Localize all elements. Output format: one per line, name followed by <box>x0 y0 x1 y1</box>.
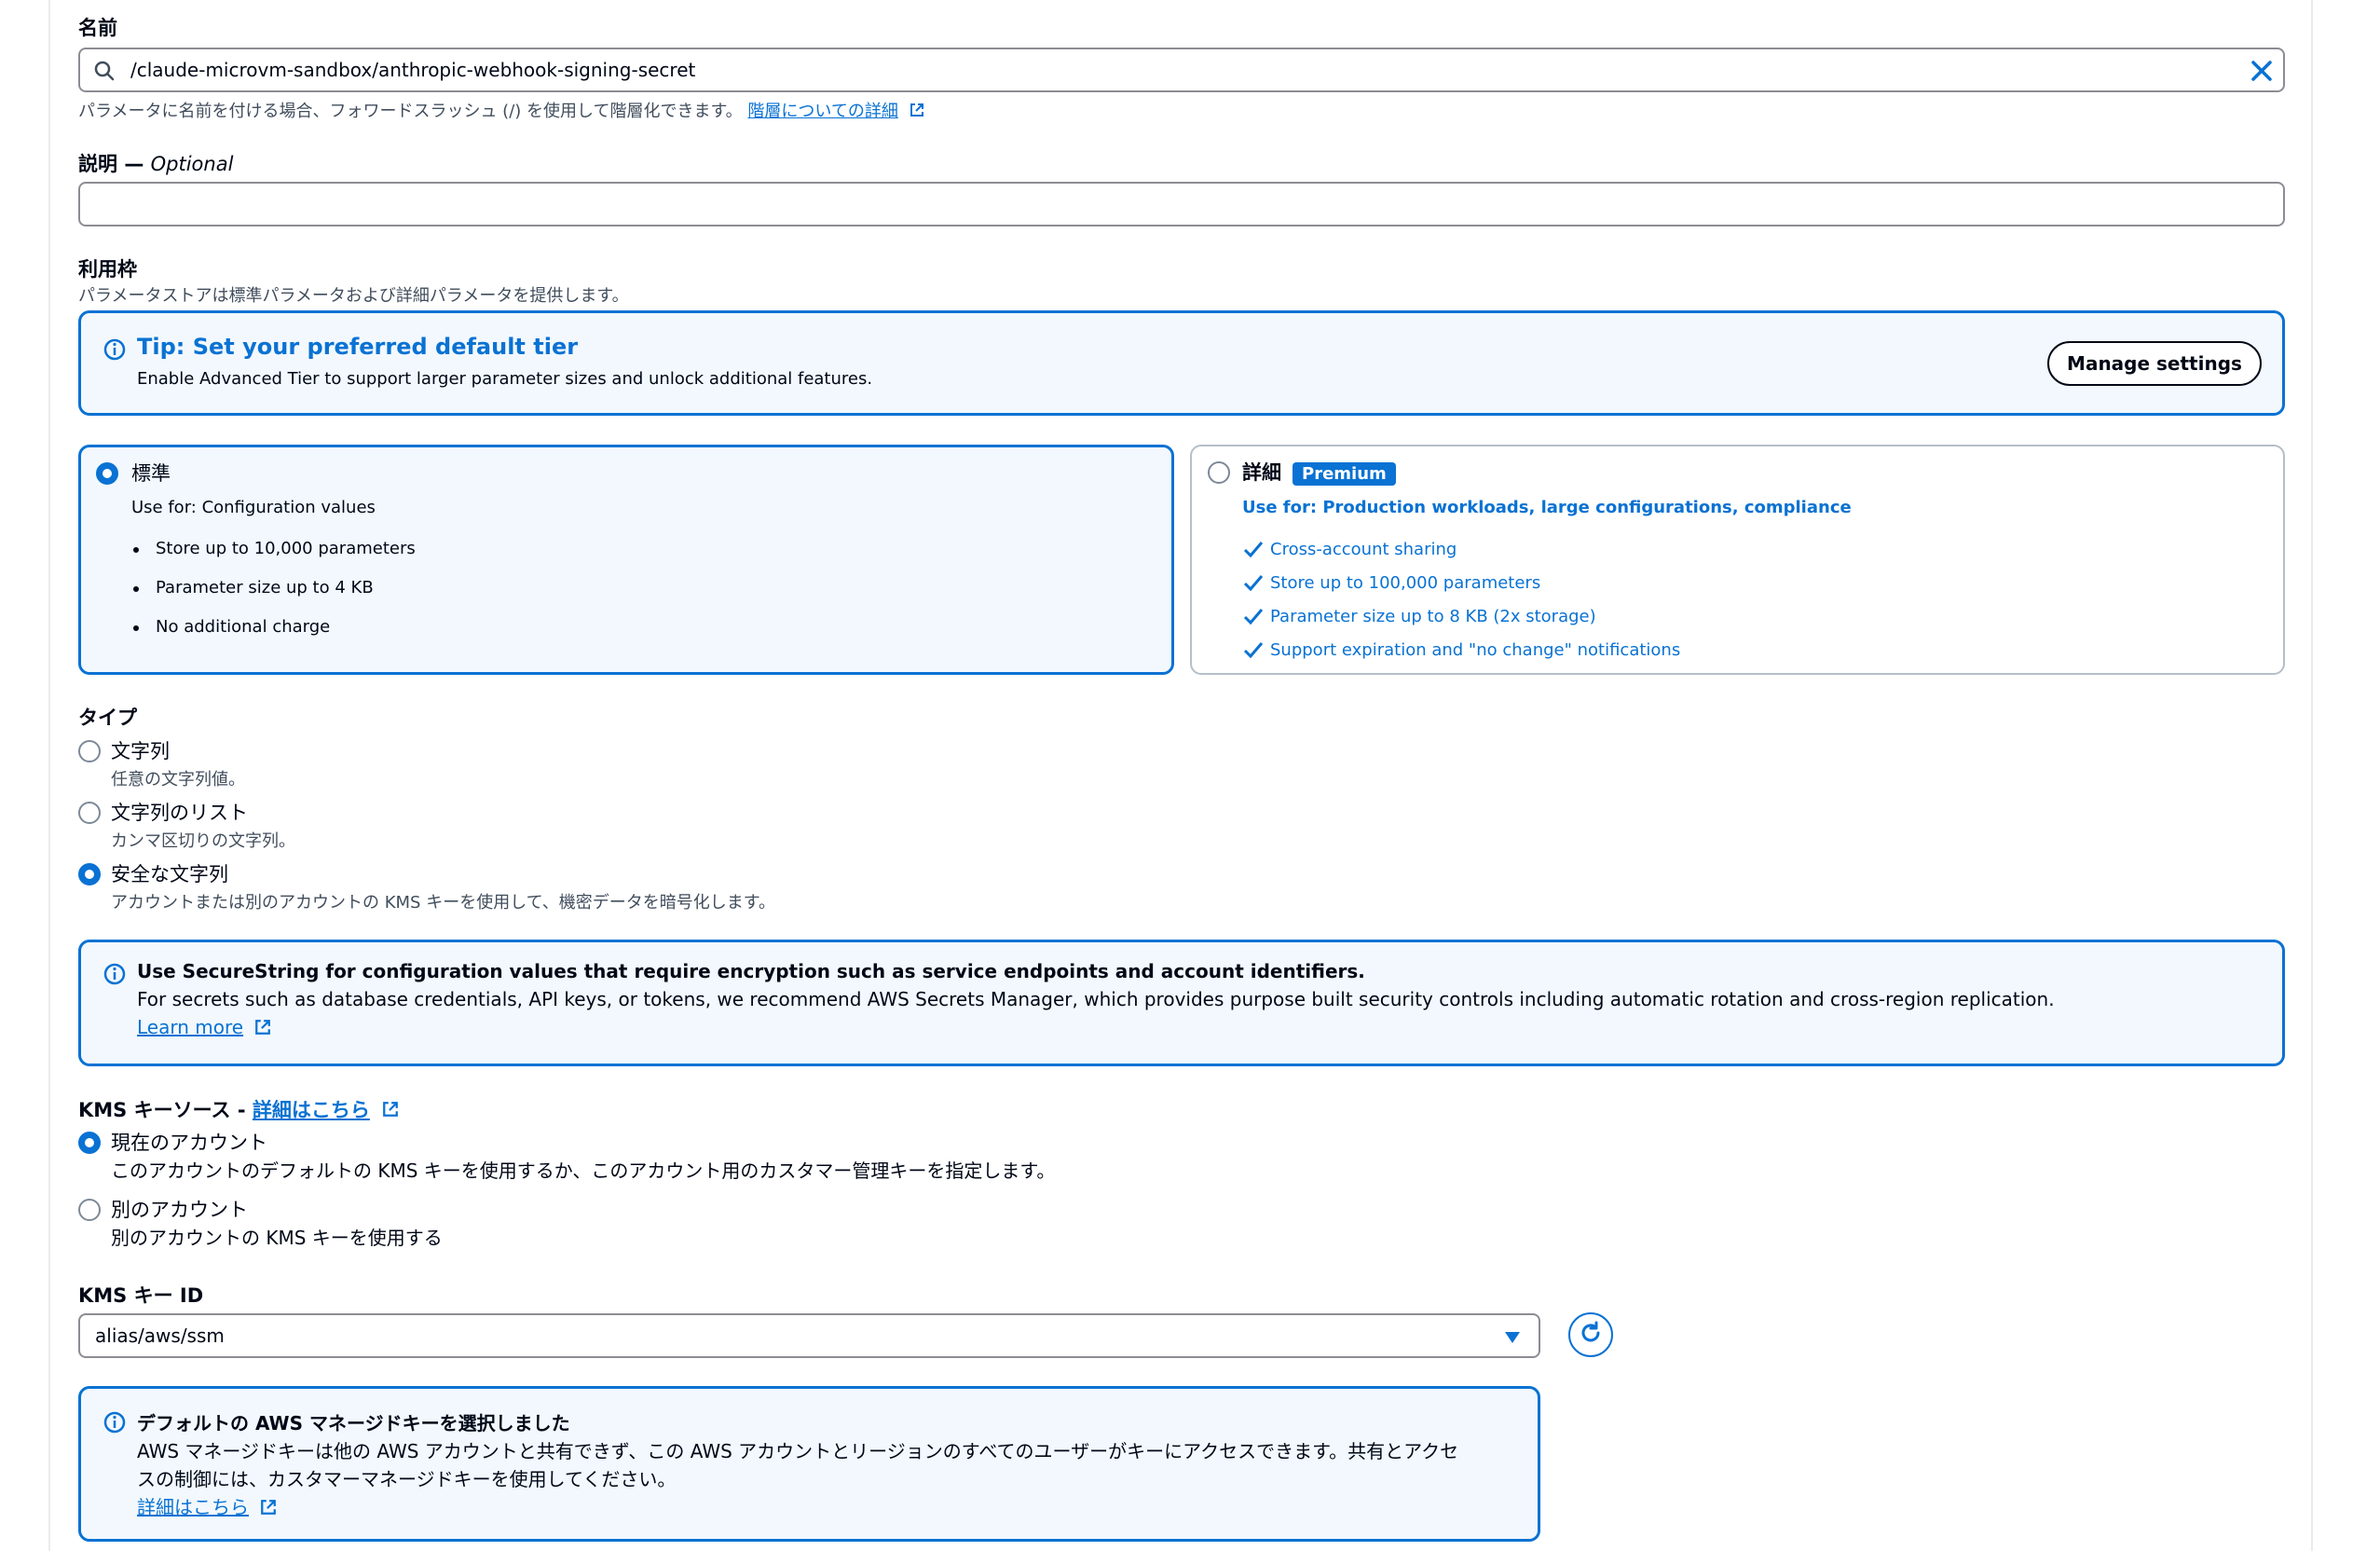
kms-default-key-alert: デフォルトの AWS マネージドキーを選択しました AWS マネージドキーは他の… <box>78 1386 1540 1542</box>
tier-advanced-title: 詳細 <box>1242 461 1281 484</box>
check-icon <box>1243 642 1264 659</box>
hierarchy-link[interactable]: 階層についての詳細 <box>747 102 897 121</box>
list-item: Parameter size up to 8 KB (2x storage) <box>1242 599 1680 633</box>
kms-alert-details-link[interactable]: 詳細はこちら <box>137 1496 249 1518</box>
description-input[interactable] <box>78 182 2285 226</box>
kms-source-radio-current[interactable] <box>78 1132 101 1154</box>
tier-advanced-list: Cross-account sharing Store up to 100,00… <box>1242 532 1680 666</box>
type-option-stringlist-title[interactable]: 文字列のリスト <box>111 798 248 826</box>
info-icon <box>103 338 126 364</box>
tier-standard-list: Store up to 10,000 parameters Parameter … <box>131 539 416 656</box>
securestring-alert: Use SecureString for configuration value… <box>78 940 2285 1066</box>
name-label: 名前 <box>78 17 117 39</box>
tier-advanced-header: 詳細 Premium <box>1242 458 1396 486</box>
list-item: Store up to 100,000 parameters <box>1242 566 1680 599</box>
type-radio-stringlist[interactable] <box>78 802 101 824</box>
external-link-icon <box>382 1100 399 1122</box>
kms-source-label-text: KMS キーソース - <box>78 1099 253 1121</box>
tier-advanced-use-for: Use for: Production workloads, large con… <box>1242 498 1852 517</box>
name-input-value: /claude-microvm-sandbox/anthropic-webhoo… <box>130 59 696 81</box>
name-hint: パラメータに名前を付ける場合、フォワードスラッシュ (/) を使用して階層化でき… <box>78 98 924 122</box>
tier-description: パラメータストアは標準パラメータおよび詳細パラメータを提供します。 <box>78 286 629 306</box>
kms-alert-link-wrapper: 詳細はこちら <box>137 1492 277 1520</box>
type-label: タイプ <box>78 707 137 729</box>
type-radio-string[interactable] <box>78 740 101 762</box>
description-label-text: 説明 <box>78 153 117 175</box>
kms-key-label: KMS キー ID <box>78 1284 204 1307</box>
refresh-icon <box>1578 1320 1604 1350</box>
list-item: Store up to 10,000 parameters <box>131 539 416 578</box>
kms-source-current-desc: このアカウントのデフォルトの KMS キーを使用するか、このアカウント用のカスタ… <box>111 1160 1056 1182</box>
tier-standard-radio[interactable] <box>96 462 118 485</box>
kms-source-other-desc: 別のアカウントの KMS キーを使用する <box>111 1227 443 1249</box>
check-icon <box>1243 609 1264 625</box>
check-icon <box>1243 542 1264 558</box>
list-item: Parameter size up to 4 KB <box>131 578 416 617</box>
type-option-securestring-desc: アカウントまたは別のアカウントの KMS キーを使用して、機密データを暗号化しま… <box>111 893 775 913</box>
tier-tip-title: Tip: Set your preferred default tier <box>137 334 579 360</box>
search-icon <box>93 60 116 86</box>
external-link-icon <box>260 1498 277 1520</box>
kms-alert-title: デフォルトの AWS マネージドキーを選択しました <box>137 1412 570 1434</box>
tier-standard-use-for: Use for: Configuration values <box>131 498 376 517</box>
tier-standard-card[interactable]: 標準 Use for: Configuration values Store u… <box>78 445 1174 675</box>
caret-down-icon <box>1504 1330 1521 1348</box>
type-option-string-desc: 任意の文字列値。 <box>111 770 245 789</box>
kms-alert-body-line1: AWS マネージドキーは他の AWS アカウントと共有できず、この AWS アカ… <box>137 1440 1459 1462</box>
learn-more-link[interactable]: Learn more <box>137 1016 243 1038</box>
clear-icon[interactable] <box>2250 59 2274 87</box>
name-hint-text: パラメータに名前を付ける場合、フォワードスラッシュ (/) を使用して階層化でき… <box>78 102 743 121</box>
refresh-button[interactable] <box>1568 1312 1613 1357</box>
external-link-icon <box>254 1018 271 1040</box>
type-option-stringlist-desc: カンマ区切りの文字列。 <box>111 831 295 851</box>
list-item: Support expiration and "no change" notif… <box>1242 633 1680 666</box>
list-item: No additional charge <box>131 617 416 656</box>
learn-more-wrapper: Learn more <box>137 1016 271 1040</box>
type-option-string-title[interactable]: 文字列 <box>111 736 170 764</box>
tier-standard-title: 標準 <box>131 462 171 485</box>
name-input[interactable]: /claude-microvm-sandbox/anthropic-webhoo… <box>78 48 2285 92</box>
kms-source-label: KMS キーソース - 詳細はこちら <box>78 1095 399 1123</box>
tier-advanced-radio[interactable] <box>1208 461 1230 484</box>
info-icon <box>103 963 126 989</box>
securestring-alert-title: Use SecureString for configuration value… <box>137 960 1365 982</box>
check-icon <box>1243 575 1264 592</box>
external-link-icon <box>910 103 924 122</box>
tier-advanced-card[interactable]: 詳細 Premium Use for: Production workloads,… <box>1190 445 2285 675</box>
optional-label: Optional <box>150 153 234 175</box>
tier-tip-alert: Tip: Set your preferred default tier Ena… <box>78 310 2285 416</box>
securestring-alert-body: For secrets such as database credentials… <box>137 988 2055 1010</box>
list-item: Cross-account sharing <box>1242 532 1680 566</box>
type-radio-securestring[interactable] <box>78 863 101 885</box>
page-border-left <box>48 0 50 1551</box>
tier-label: 利用枠 <box>78 258 137 281</box>
kms-source-other-title[interactable]: 別のアカウント <box>111 1195 248 1223</box>
kms-key-select-value: alias/aws/ssm <box>95 1325 225 1347</box>
description-label: 説明 — Optional <box>78 153 234 175</box>
tier-tip-body: Enable Advanced Tier to support larger p… <box>137 369 873 389</box>
kms-source-current-title[interactable]: 現在のアカウント <box>111 1128 267 1156</box>
manage-settings-button[interactable]: Manage settings <box>2047 341 2262 386</box>
kms-source-radio-other[interactable] <box>78 1199 101 1221</box>
kms-alert-body-line2: スの制御には、カスタマーマネージドキーを使用してください。 <box>137 1468 677 1490</box>
type-option-securestring-title[interactable]: 安全な文字列 <box>111 859 228 887</box>
kms-key-select[interactable]: alias/aws/ssm <box>78 1313 1540 1358</box>
info-icon <box>103 1411 126 1437</box>
page-border-right <box>2311 0 2313 1551</box>
premium-badge: Premium <box>1293 461 1396 486</box>
kms-source-details-link[interactable]: 詳細はこちら <box>253 1099 370 1121</box>
